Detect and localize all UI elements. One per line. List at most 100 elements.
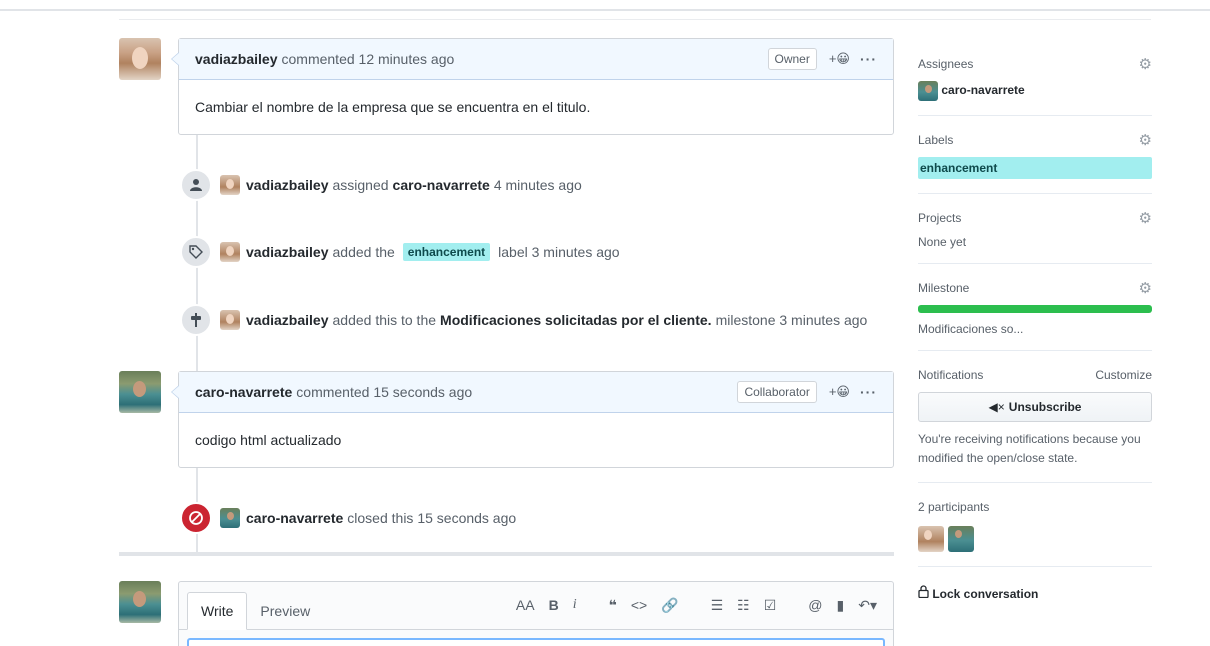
event-assigned: vadiazbailey assigned caro-navarrete 4 m… [180,168,586,202]
event-milestone-link[interactable]: Modificaciones solicitadas por el client… [440,312,712,328]
tab-preview[interactable]: Preview [247,593,323,629]
participants-count: 2 participants [918,500,990,514]
comment-header: caro-navarrete commented 15 seconds ago … [171,372,893,413]
bold-icon[interactable]: B [549,597,559,613]
closed-divider [119,552,894,556]
avatar-current-user[interactable] [119,581,161,623]
sidebar-participants: 2 participants [918,483,1152,567]
gear-icon[interactable]: ⚙ [1139,55,1152,73]
comment-body: codigo html actualizado [195,432,342,448]
sidebar-labels-title: Labels [918,133,954,147]
comment-meta[interactable]: commented 15 seconds ago [296,384,472,400]
editor-tabs: Write Preview AA B i ❝ <> 🔗 ☰ ☷ ☑ @ ▮ ↶▾ [179,582,893,630]
lock-icon [918,585,932,601]
event-time[interactable]: 4 minutes ago [494,177,582,193]
event-verb: assigned [332,177,389,193]
comment-meta[interactable]: commented 12 minutes ago [282,51,455,67]
notification-reason: You're receiving notifications because y… [918,432,1141,465]
comment-vadiazbailey: vadiazbailey commented 12 minutes ago Ow… [171,38,894,135]
more-options-icon[interactable]: ··· [860,51,877,67]
event-actor[interactable]: vadiazbailey [246,312,329,328]
tag-icon [180,236,212,268]
unordered-list-icon[interactable]: ☰ [711,597,724,614]
gear-icon[interactable]: ⚙ [1139,209,1152,227]
sidebar-milestone: Milestone ⚙ Modificaciones so... [918,264,1152,351]
unsubscribe-label: Unsubscribe [1008,400,1082,414]
comment-author[interactable]: vadiazbailey [195,51,278,67]
sidebar-label-enhancement[interactable]: enhancement [918,157,1152,179]
event-actor[interactable]: vadiazbailey [246,177,329,193]
closed-icon [180,502,212,534]
milestone-progress-fill [918,305,1152,313]
sidebar-assignees: Assignees ⚙ caro-navarrete [918,40,1152,116]
avatar-caro-navarrete[interactable] [119,371,161,413]
add-reaction-icon[interactable]: +😀 [829,384,850,400]
comment-textarea[interactable] [187,638,885,646]
person-icon [180,169,212,201]
event-labeled: vadiazbailey added the enhancement label… [180,235,624,269]
comment-caro-navarrete: caro-navarrete commented 15 seconds ago … [171,371,894,468]
mute-icon: ◀× [988,400,1005,414]
sidebar-labels: Labels ⚙ enhancement [918,116,1152,194]
milestone-name[interactable]: Modificaciones so... [918,322,1152,336]
customize-link[interactable]: Customize [1095,368,1152,382]
assignee-name[interactable]: caro-navarrete [941,83,1024,97]
reply-icon[interactable]: ↶▾ [858,597,877,614]
quote-icon[interactable]: ❝ [609,597,617,614]
event-actor-avatar[interactable] [220,508,240,528]
more-options-icon[interactable]: ··· [860,384,877,400]
task-list-icon[interactable]: ☑ [764,597,777,614]
sidebar-milestone-title: Milestone [918,281,970,295]
event-actor-avatar[interactable] [220,242,240,262]
event-actor-avatar[interactable] [220,175,240,195]
top-divider-inner [119,19,1151,20]
participants-list [918,526,1152,552]
add-reaction-icon[interactable]: +😀 [829,51,850,67]
gear-icon[interactable]: ⚙ [1139,131,1152,149]
event-actor[interactable]: vadiazbailey [246,244,329,260]
participant-avatar[interactable] [918,526,944,552]
link-icon[interactable]: 🔗 [661,597,678,614]
collaborator-badge: Collaborator [737,381,817,403]
event-verb: added the [332,244,395,260]
heading-icon[interactable]: AA [516,597,535,613]
milestone-icon [180,304,212,336]
sidebar-assignees-title: Assignees [918,57,974,71]
unsubscribe-button[interactable]: ◀× Unsubscribe [918,392,1152,422]
comment-author[interactable]: caro-navarrete [195,384,292,400]
event-actor-avatar[interactable] [220,310,240,330]
gear-icon[interactable]: ⚙ [1139,279,1152,297]
sidebar-notifications-title: Notifications [918,368,984,382]
enhancement-label[interactable]: enhancement [402,243,491,261]
issue-sidebar: Assignees ⚙ caro-navarrete Labels ⚙ enha… [918,40,1152,601]
code-icon[interactable]: <> [631,597,647,613]
mention-icon[interactable]: @ [808,597,822,613]
projects-value: None yet [918,235,967,249]
event-verb: added this to the [332,312,437,328]
ordered-list-icon[interactable]: ☷ [737,597,750,614]
milestone-progress-bar [918,305,1152,313]
sidebar-notifications: Notifications Customize ◀× Unsubscribe Y… [918,351,1152,483]
markdown-toolbar: AA B i ❝ <> 🔗 ☰ ☷ ☑ @ ▮ ↶▾ [323,581,885,629]
lock-label: Lock conversation [932,587,1039,601]
lock-conversation-link[interactable]: Lock conversation [918,567,1152,601]
new-comment-editor: Write Preview AA B i ❝ <> 🔗 ☰ ☷ ☑ @ ▮ ↶▾ [178,581,894,646]
event-actor[interactable]: caro-navarrete [246,510,343,526]
tab-write[interactable]: Write [187,592,248,630]
event-verb: closed this 15 seconds ago [347,510,517,526]
comment-header: vadiazbailey commented 12 minutes ago Ow… [171,39,893,80]
event-milestoned: vadiazbailey added this to the Modificac… [180,303,871,337]
avatar-vadiazbailey[interactable] [119,38,161,80]
event-time: milestone 3 minutes ago [715,312,868,328]
assignee-avatar[interactable] [918,81,938,101]
event-closed: caro-navarrete closed this 15 seconds ag… [180,501,520,535]
top-divider [0,9,1210,11]
sidebar-projects-title: Projects [918,211,962,225]
event-target[interactable]: caro-navarrete [393,177,490,193]
italic-icon[interactable]: i [573,597,577,613]
event-time: label 3 minutes ago [498,244,620,260]
comment-body: Cambiar el nombre de la empresa que se e… [195,99,591,115]
owner-badge: Owner [767,48,817,70]
bookmark-icon[interactable]: ▮ [837,597,845,614]
participant-avatar[interactable] [948,526,974,552]
